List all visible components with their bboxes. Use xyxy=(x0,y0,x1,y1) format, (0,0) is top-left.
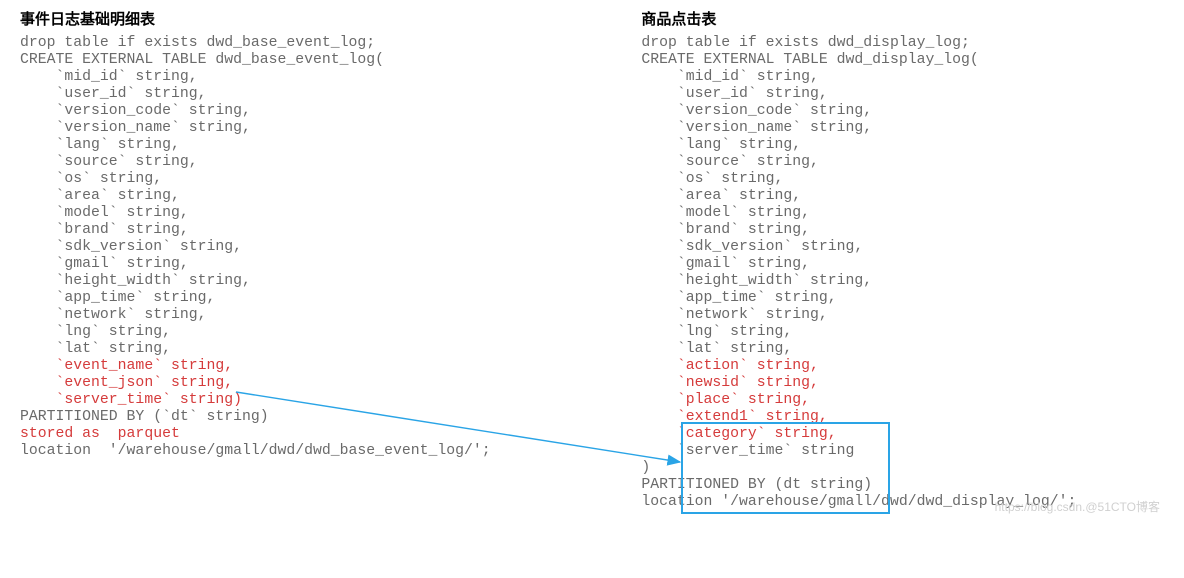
right-code: drop table if exists dwd_display_log; CR… xyxy=(641,35,1164,511)
code-line-highlight: `action` string, xyxy=(641,358,819,374)
code-line: `lng` string, xyxy=(641,324,792,340)
code-line-highlight: `event_name` string, xyxy=(20,358,233,374)
code-line: `user_id` string, xyxy=(20,86,206,102)
left-code: drop table if exists dwd_base_event_log;… xyxy=(20,35,641,460)
code-line: `app_time` string, xyxy=(20,290,215,306)
code-line: `server_time` string xyxy=(641,443,854,459)
code-line: `version_code` string, xyxy=(20,103,251,119)
code-line: `area` string, xyxy=(20,188,180,204)
code-line: drop table if exists dwd_base_event_log; xyxy=(20,35,375,51)
code-line: PARTITIONED BY (`dt` string) xyxy=(20,409,269,425)
code-line: `brand` string, xyxy=(20,222,189,238)
code-line: location '/warehouse/gmall/dwd/dwd_base_… xyxy=(20,443,491,459)
code-line: `gmail` string, xyxy=(641,256,810,272)
code-line: `source` string, xyxy=(641,154,819,170)
code-line: PARTITIONED BY (dt string) xyxy=(641,477,872,493)
code-line: CREATE EXTERNAL TABLE dwd_base_event_log… xyxy=(20,52,384,68)
code-line: `lat` string, xyxy=(20,341,171,357)
code-line: `gmail` string, xyxy=(20,256,189,272)
code-line: `os` string, xyxy=(641,171,783,187)
code-line: ) xyxy=(641,460,650,476)
code-line: `lng` string, xyxy=(20,324,171,340)
code-line: `network` string, xyxy=(20,307,206,323)
watermark: https://blog.csdn.@51CTO博客 xyxy=(995,498,1160,515)
code-line: `mid_id` string, xyxy=(641,69,819,85)
left-column: 事件日志基础明细表 drop table if exists dwd_base_… xyxy=(20,8,641,511)
code-line: `sdk_version` string, xyxy=(20,239,242,255)
code-line: drop table if exists dwd_display_log; xyxy=(641,35,970,51)
code-line-highlight: `place` string, xyxy=(641,392,810,408)
code-line: `version_name` string, xyxy=(641,120,872,136)
code-line: `sdk_version` string, xyxy=(641,239,863,255)
code-line: `version_name` string, xyxy=(20,120,251,136)
code-line: `version_code` string, xyxy=(641,103,872,119)
code-line: CREATE EXTERNAL TABLE dwd_display_log( xyxy=(641,52,978,68)
code-line: `lang` string, xyxy=(20,137,180,153)
code-line: `mid_id` string, xyxy=(20,69,198,85)
code-line: `model` string, xyxy=(641,205,810,221)
code-line: `model` string, xyxy=(20,205,189,221)
code-line: `height_width` string, xyxy=(641,273,872,289)
code-line: `brand` string, xyxy=(641,222,810,238)
code-line-highlight: `extend1` string, xyxy=(641,409,827,425)
code-line: `lang` string, xyxy=(641,137,801,153)
code-line-highlight: `event_json` string, xyxy=(20,375,233,391)
code-line: `user_id` string, xyxy=(641,86,827,102)
code-line: `network` string, xyxy=(641,307,827,323)
left-title: 事件日志基础明细表 xyxy=(20,8,641,29)
code-line: `area` string, xyxy=(641,188,801,204)
code-line-highlight: `newsid` string, xyxy=(641,375,819,391)
right-column: 商品点击表 drop table if exists dwd_display_l… xyxy=(641,8,1164,511)
code-line-highlight: `server_time` string) xyxy=(20,392,242,408)
code-line: `source` string, xyxy=(20,154,198,170)
code-line-highlight: `category` string, xyxy=(641,426,836,442)
code-line: `height_width` string, xyxy=(20,273,251,289)
code-line-highlight: stored as parquet xyxy=(20,426,180,442)
code-line: `lat` string, xyxy=(641,341,792,357)
right-title: 商品点击表 xyxy=(641,8,1164,29)
code-line: `app_time` string, xyxy=(641,290,836,306)
code-line: `os` string, xyxy=(20,171,162,187)
